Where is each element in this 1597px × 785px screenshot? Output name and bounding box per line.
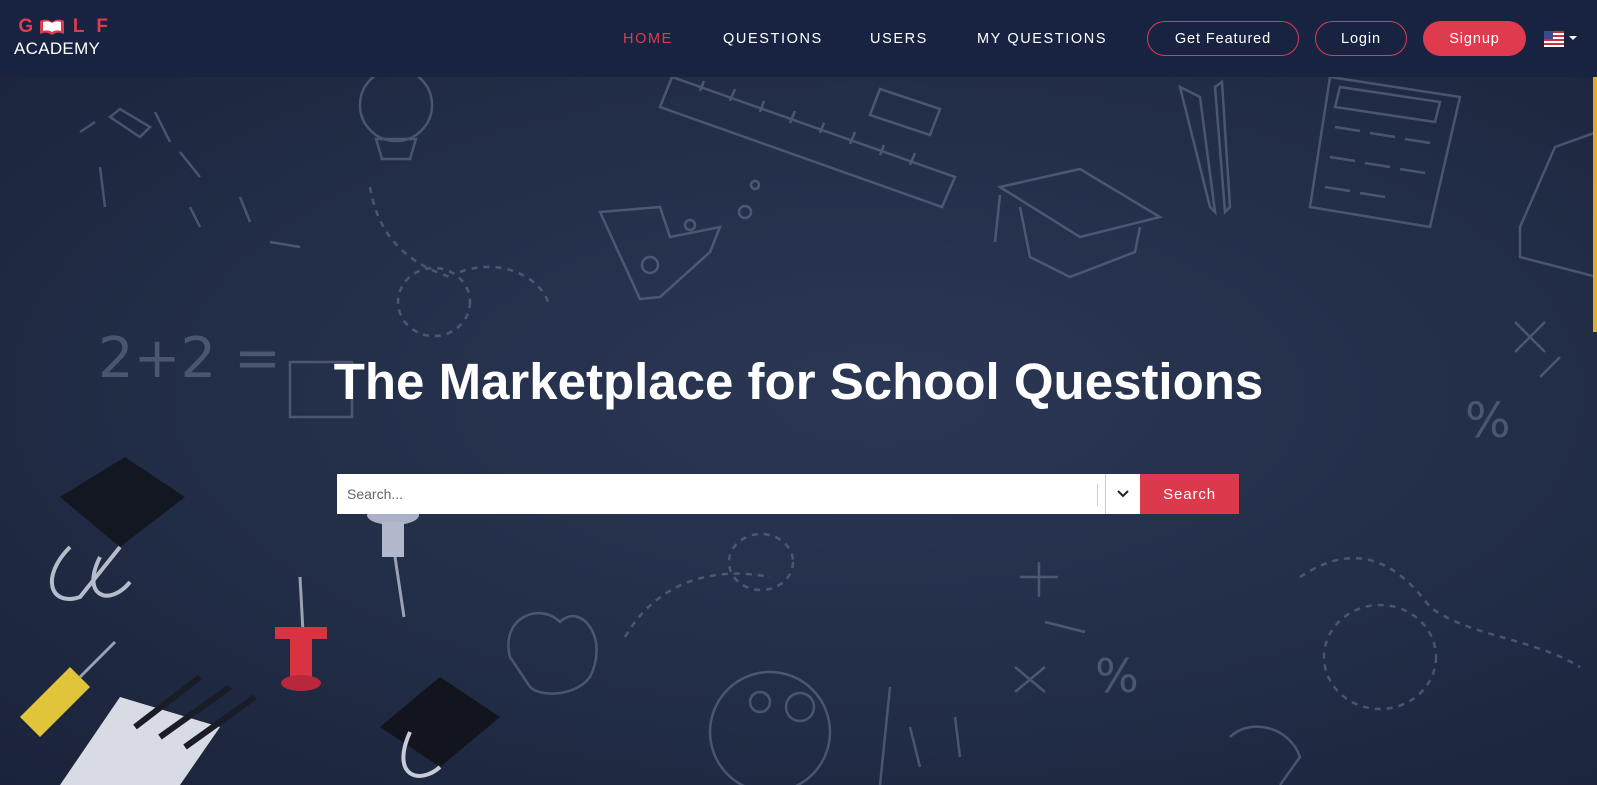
search-category-dropdown[interactable] xyxy=(1104,474,1141,514)
language-caret-icon[interactable] xyxy=(1569,36,1577,40)
site-header: G L F ACADEMY HOME QUESTIONS USERS MY QU… xyxy=(0,0,1597,77)
binder-clip-left xyxy=(50,457,185,601)
login-button[interactable]: Login xyxy=(1315,21,1407,56)
get-featured-button[interactable]: Get Featured xyxy=(1147,21,1299,56)
ruler-doodle xyxy=(658,77,957,209)
search-divider xyxy=(1097,484,1098,506)
search-button[interactable]: Search xyxy=(1140,474,1239,514)
flask-doodle xyxy=(598,205,723,301)
eraser-doodle xyxy=(868,87,942,137)
multiply-doodle xyxy=(1514,321,1546,353)
plus-doodle xyxy=(1020,562,1058,597)
signup-button[interactable]: Signup xyxy=(1423,21,1526,56)
hero-title: The Marketplace for School Questions xyxy=(333,353,1264,410)
school-doodles-background: 2+2 = % % xyxy=(20,77,1597,785)
logo-letter-g: G xyxy=(18,16,34,37)
logo-letter-f: F xyxy=(96,16,109,37)
palette-doodle xyxy=(708,670,832,785)
us-flag-icon[interactable] xyxy=(1544,31,1564,47)
push-pin-red xyxy=(275,576,327,691)
pencil-doodle xyxy=(1178,84,1217,216)
notebook-doodle xyxy=(60,674,257,785)
binder-clip-bottom xyxy=(380,677,500,778)
gulf-academy-logo[interactable]: G L F ACADEMY xyxy=(14,16,114,59)
calculator-doodle xyxy=(1308,77,1462,229)
book-doodle xyxy=(1518,130,1597,279)
nav-my-questions[interactable]: MY QUESTIONS xyxy=(977,29,1107,49)
logo-letter-l: L xyxy=(72,16,85,37)
apple-doodle xyxy=(507,611,598,695)
nav-questions[interactable]: QUESTIONS xyxy=(723,29,823,49)
push-pin-white xyxy=(367,505,419,618)
svg-text:%: % xyxy=(1095,649,1139,703)
search-input[interactable] xyxy=(337,474,1105,514)
lightbulb-doodle xyxy=(358,77,434,143)
nav-users[interactable]: USERS xyxy=(870,29,928,49)
scrollbar-thumb[interactable] xyxy=(1593,77,1597,332)
search-bar: Search xyxy=(337,474,1239,514)
open-book-icon xyxy=(38,18,67,36)
chevron-down-icon xyxy=(1117,490,1129,498)
push-pin-yellow xyxy=(20,640,117,737)
nav-home[interactable]: HOME xyxy=(623,29,673,49)
logo-subtitle: ACADEMY xyxy=(14,39,101,58)
hero-section: 2+2 = % % The Marketplace for School Que… xyxy=(0,77,1597,785)
